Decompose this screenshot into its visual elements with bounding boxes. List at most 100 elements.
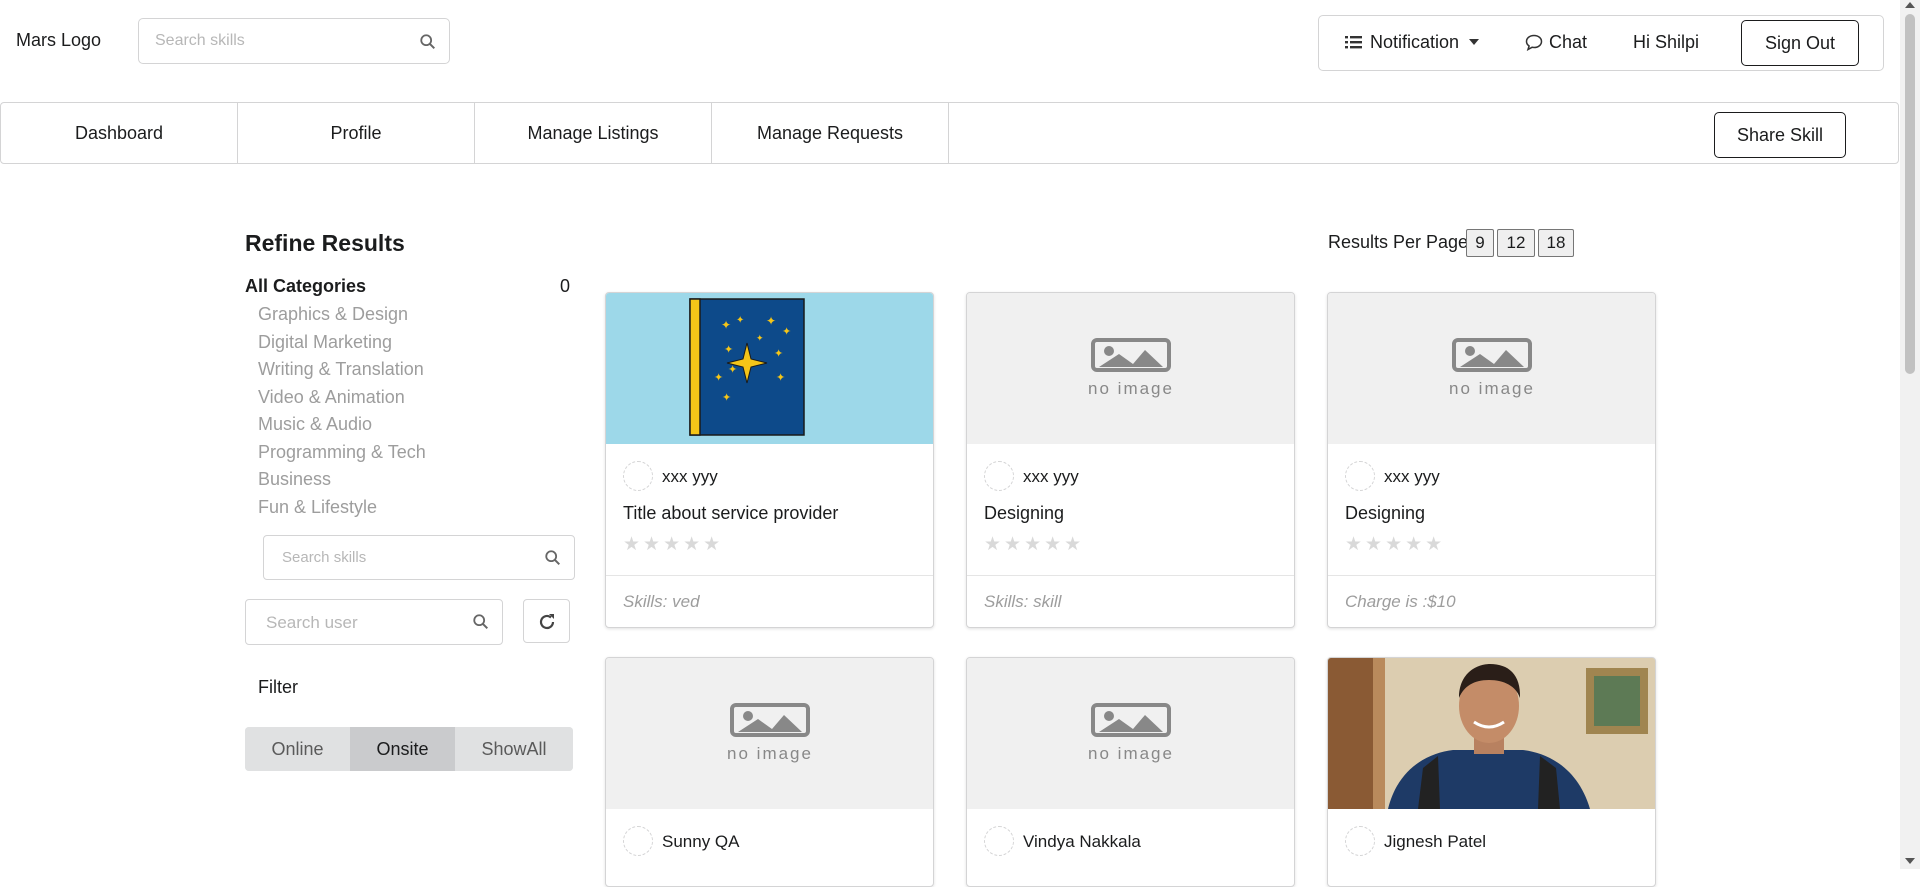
scroll-down-arrow-icon[interactable] xyxy=(1905,858,1915,864)
svg-text:✦: ✦ xyxy=(736,315,744,326)
svg-text:✦: ✦ xyxy=(756,333,764,343)
search-icon[interactable] xyxy=(472,613,490,631)
nav-manage-requests[interactable]: Manage Requests xyxy=(712,103,949,163)
card-footer: Skills: skill xyxy=(967,575,1294,626)
category-digital-marketing[interactable]: Digital Marketing xyxy=(258,332,392,353)
skill-card[interactable]: no image Vindya Nakkala xyxy=(966,657,1295,887)
no-image-placeholder: no image xyxy=(1328,293,1655,444)
caret-down-icon xyxy=(1469,39,1480,45)
person-photo-image xyxy=(1328,658,1655,809)
sign-out-button[interactable]: Sign Out xyxy=(1741,20,1859,66)
card-footer-text: Charge is :$10 xyxy=(1345,592,1456,611)
no-image-icon: no image xyxy=(1088,703,1174,763)
category-writing-translation[interactable]: Writing & Translation xyxy=(258,359,424,380)
avatar xyxy=(623,461,653,491)
card-footer: Charge is :$10 xyxy=(1328,575,1655,626)
svg-text:✦: ✦ xyxy=(728,364,737,376)
category-music-audio[interactable]: Music & Audio xyxy=(258,414,372,435)
scrollbar-thumb[interactable] xyxy=(1905,14,1915,374)
skill-search-input[interactable] xyxy=(280,548,530,567)
category-video-animation[interactable]: Video & Animation xyxy=(258,387,405,408)
card-user-name[interactable]: xxx yyy xyxy=(1384,467,1440,487)
category-business[interactable]: Business xyxy=(258,469,331,490)
user-search-box[interactable] xyxy=(245,599,503,645)
card-title[interactable]: Designing xyxy=(984,503,1064,524)
svg-text:✦: ✦ xyxy=(724,344,733,356)
card-user-name[interactable]: Sunny QA xyxy=(662,832,740,852)
star-rating[interactable]: ★★★★★ xyxy=(1345,533,1445,556)
share-skill-button[interactable]: Share Skill xyxy=(1714,112,1846,158)
refresh-button[interactable] xyxy=(523,599,570,643)
card-user-name[interactable]: xxx yyy xyxy=(662,467,718,487)
svg-text:✦: ✦ xyxy=(774,348,783,360)
no-image-icon: no image xyxy=(1449,338,1533,398)
filter-button-group: Online Onsite ShowAll xyxy=(245,727,573,771)
chat-label: Chat xyxy=(1549,32,1588,52)
svg-text:✦: ✦ xyxy=(766,314,776,328)
star-rating[interactable]: ★★★★★ xyxy=(984,533,1084,556)
svg-text:no image: no image xyxy=(727,744,813,763)
notification-dropdown[interactable]: Notification xyxy=(1345,32,1480,53)
card-image xyxy=(1328,658,1655,809)
category-programming-tech[interactable]: Programming & Tech xyxy=(258,442,426,463)
top-search-box[interactable] xyxy=(138,18,450,64)
filter-online-button[interactable]: Online xyxy=(245,727,350,771)
card-footer-text: Skills: skill xyxy=(984,592,1062,611)
skill-card[interactable]: no image xxx yyy Designing ★★★★★ Charge … xyxy=(1327,292,1656,628)
per-page-12-button[interactable]: 12 xyxy=(1497,229,1535,257)
filter-label: Filter xyxy=(258,677,298,697)
svg-text:✦: ✦ xyxy=(714,372,723,384)
avatar xyxy=(1345,826,1375,856)
nav-profile[interactable]: Profile xyxy=(238,103,475,163)
star-rating[interactable]: ★★★★★ xyxy=(623,533,723,556)
avatar xyxy=(623,826,653,856)
refresh-icon xyxy=(539,614,555,630)
svg-text:no image: no image xyxy=(1088,379,1174,398)
skill-card[interactable]: ✦ ✦ ✦ ✦ ✦ ✦ ✦ ✦ ✦ ✦ ✦ xxx yyy Title abou… xyxy=(605,292,934,628)
chat-bubble-icon xyxy=(1525,34,1543,52)
nav-manage-listings[interactable]: Manage Listings xyxy=(475,103,712,163)
filter-showall-button[interactable]: ShowAll xyxy=(455,727,573,771)
svg-text:no image: no image xyxy=(1088,744,1174,763)
chat-link[interactable]: Chat xyxy=(1525,32,1587,53)
skill-card[interactable]: Jignesh Patel xyxy=(1327,657,1656,887)
book-stars-image: ✦ ✦ ✦ ✦ ✦ ✦ ✦ ✦ ✦ ✦ ✦ xyxy=(689,298,805,436)
results-per-page-label: Results Per Page : xyxy=(1328,232,1479,252)
no-image-placeholder: no image xyxy=(967,658,1294,809)
card-image: ✦ ✦ ✦ ✦ ✦ ✦ ✦ ✦ ✦ ✦ ✦ xyxy=(606,293,933,444)
user-search-input[interactable] xyxy=(264,612,464,634)
avatar xyxy=(984,461,1014,491)
card-title[interactable]: Designing xyxy=(1345,503,1425,524)
skill-search-box[interactable] xyxy=(263,535,575,580)
card-title[interactable]: Title about service provider xyxy=(623,503,838,524)
nav-dashboard[interactable]: Dashboard xyxy=(1,103,238,163)
category-graphics-design[interactable]: Graphics & Design xyxy=(258,304,408,325)
main-nav: Dashboard Profile Manage Listings Manage… xyxy=(0,102,1899,164)
card-user-name[interactable]: Vindya Nakkala xyxy=(1023,832,1141,852)
search-icon[interactable] xyxy=(544,549,562,567)
no-image-placeholder: no image xyxy=(967,293,1294,444)
top-search-input[interactable] xyxy=(153,31,413,51)
scrollbar-track[interactable] xyxy=(1900,0,1920,869)
search-icon[interactable] xyxy=(419,33,437,51)
no-image-icon: no image xyxy=(1088,338,1174,398)
all-categories-link[interactable]: All Categories xyxy=(245,276,366,297)
site-logo[interactable]: Mars Logo xyxy=(16,30,101,51)
skill-card[interactable]: no image Sunny QA xyxy=(605,657,934,887)
filter-onsite-button[interactable]: Onsite xyxy=(350,727,455,771)
user-menu: Notification Chat Hi Shilpi Sign Out xyxy=(1318,15,1884,71)
per-page-9-button[interactable]: 9 xyxy=(1466,229,1494,257)
category-fun-lifestyle[interactable]: Fun & Lifestyle xyxy=(258,497,377,518)
card-user-name[interactable]: xxx yyy xyxy=(1023,467,1079,487)
card-user-name[interactable]: Jignesh Patel xyxy=(1384,832,1486,852)
svg-text:✦: ✦ xyxy=(776,372,785,384)
all-categories-count: 0 xyxy=(560,276,571,296)
card-footer-text: Skills: ved xyxy=(623,592,700,611)
scroll-up-arrow-icon[interactable] xyxy=(1905,2,1915,8)
skill-card[interactable]: no image xxx yyy Designing ★★★★★ Skills:… xyxy=(966,292,1295,628)
user-greeting[interactable]: Hi Shilpi xyxy=(1633,32,1699,53)
notification-label: Notification xyxy=(1370,32,1460,52)
per-page-18-button[interactable]: 18 xyxy=(1538,229,1574,257)
no-image-icon: no image xyxy=(727,703,813,763)
avatar xyxy=(984,826,1014,856)
